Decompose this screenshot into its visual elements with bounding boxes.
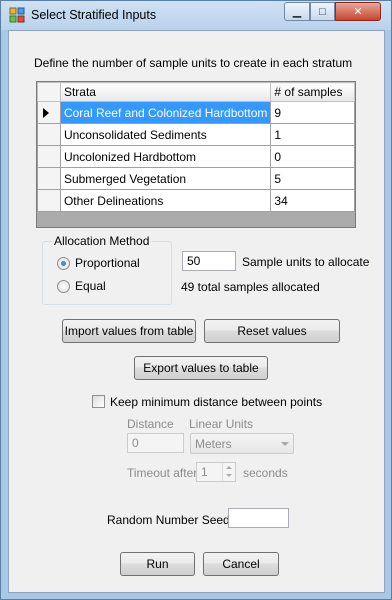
row-header[interactable] bbox=[37, 189, 61, 212]
linear-units-label: Linear Units bbox=[189, 417, 254, 431]
maximize-button[interactable]: □ bbox=[310, 2, 335, 21]
allocation-method-group: Allocation Method Proportional Equal bbox=[42, 234, 172, 305]
chevron-down-icon bbox=[281, 442, 289, 446]
samples-cell[interactable]: 0 bbox=[270, 145, 355, 168]
random-seed-label: Random Number Seed bbox=[107, 513, 230, 527]
title-bar[interactable]: Select Stratified Inputs ▁ □ ✕ bbox=[1, 1, 391, 30]
samples-cell[interactable]: 1 bbox=[270, 123, 355, 146]
import-values-button[interactable]: Import values from table bbox=[62, 319, 196, 343]
column-header-strata[interactable]: Strata bbox=[59, 82, 272, 102]
export-values-button[interactable]: Export values to table bbox=[134, 356, 268, 380]
strata-grid[interactable]: Strata # of samples Coral Reef and Colon… bbox=[36, 81, 356, 228]
random-seed-input[interactable] bbox=[228, 508, 289, 528]
cancel-button[interactable]: Cancel bbox=[203, 552, 279, 576]
minimize-icon: ▁ bbox=[292, 6, 302, 18]
table-row[interactable]: Submerged Vegetation 5 bbox=[37, 167, 355, 190]
row-header[interactable] bbox=[37, 123, 61, 146]
proportional-option[interactable]: Proportional bbox=[57, 256, 140, 270]
distance-label: Distance bbox=[127, 417, 174, 431]
equal-label[interactable]: Equal bbox=[75, 279, 106, 293]
intro-text: Define the number of sample units to cre… bbox=[34, 56, 353, 70]
distance-input[interactable]: 0 bbox=[127, 433, 184, 453]
row-header[interactable] bbox=[37, 167, 61, 190]
row-header[interactable] bbox=[37, 101, 61, 124]
spin-down-icon[interactable] bbox=[226, 474, 232, 477]
maximize-icon: □ bbox=[319, 5, 326, 18]
equal-option[interactable]: Equal bbox=[57, 279, 106, 293]
dialog-window: Select Stratified Inputs ▁ □ ✕ Define th… bbox=[0, 0, 392, 600]
seconds-label: seconds bbox=[243, 466, 288, 480]
timeout-value: 1 bbox=[201, 465, 208, 479]
timeout-label: Timeout after bbox=[127, 466, 198, 480]
linear-units-select[interactable]: Meters bbox=[190, 433, 294, 454]
spin-buttons[interactable] bbox=[222, 463, 235, 481]
table-row[interactable]: Unconsolidated Sediments 1 bbox=[37, 123, 355, 146]
strata-cell[interactable]: Unconsolidated Sediments bbox=[59, 123, 272, 146]
sample-units-label: Sample units to allocate bbox=[242, 255, 370, 269]
close-button[interactable]: ✕ bbox=[335, 2, 381, 21]
equal-radio[interactable] bbox=[57, 279, 70, 293]
timeout-stepper[interactable]: 1 bbox=[196, 462, 236, 482]
samples-cell[interactable]: 5 bbox=[270, 167, 355, 190]
total-allocated-text: 49 total samples allocated bbox=[181, 280, 320, 294]
samples-cell[interactable]: 34 bbox=[270, 189, 355, 212]
dialog-body: Define the number of sample units to cre… bbox=[8, 30, 385, 593]
keep-min-distance-checkbox[interactable] bbox=[92, 395, 105, 408]
strata-cell[interactable]: Uncolonized Hardbottom bbox=[59, 145, 272, 168]
app-icon bbox=[9, 7, 25, 23]
table-row[interactable]: Uncolonized Hardbottom 0 bbox=[37, 145, 355, 168]
row-header[interactable] bbox=[37, 145, 61, 168]
strata-cell[interactable]: Other Delineations bbox=[59, 189, 272, 212]
proportional-label[interactable]: Proportional bbox=[75, 256, 140, 270]
proportional-radio[interactable] bbox=[57, 256, 70, 270]
spin-up-icon[interactable] bbox=[226, 466, 232, 469]
keep-min-distance-label[interactable]: Keep minimum distance between points bbox=[110, 395, 322, 409]
row-header-corner bbox=[37, 82, 61, 102]
grid-header-row: Strata # of samples bbox=[37, 82, 355, 102]
current-row-arrow-icon bbox=[43, 108, 49, 118]
strata-cell[interactable]: Coral Reef and Colonized Hardbottom bbox=[59, 101, 272, 124]
allocation-method-legend: Allocation Method bbox=[52, 234, 152, 248]
samples-cell[interactable]: 9 bbox=[270, 101, 355, 124]
close-icon: ✕ bbox=[353, 6, 363, 18]
window-title: Select Stratified Inputs bbox=[31, 8, 157, 22]
reset-values-button[interactable]: Reset values bbox=[204, 319, 340, 343]
table-row[interactable]: Other Delineations 34 bbox=[37, 189, 355, 212]
strata-cell[interactable]: Submerged Vegetation bbox=[59, 167, 272, 190]
column-header-samples[interactable]: # of samples bbox=[270, 82, 355, 102]
minimize-button[interactable]: ▁ bbox=[284, 2, 310, 21]
linear-units-value: Meters bbox=[195, 437, 232, 451]
strata-table: Strata # of samples Coral Reef and Colon… bbox=[37, 82, 355, 212]
run-button[interactable]: Run bbox=[120, 552, 195, 576]
sample-units-input[interactable]: 50 bbox=[182, 251, 236, 271]
table-row[interactable]: Coral Reef and Colonized Hardbottom 9 bbox=[37, 101, 355, 124]
